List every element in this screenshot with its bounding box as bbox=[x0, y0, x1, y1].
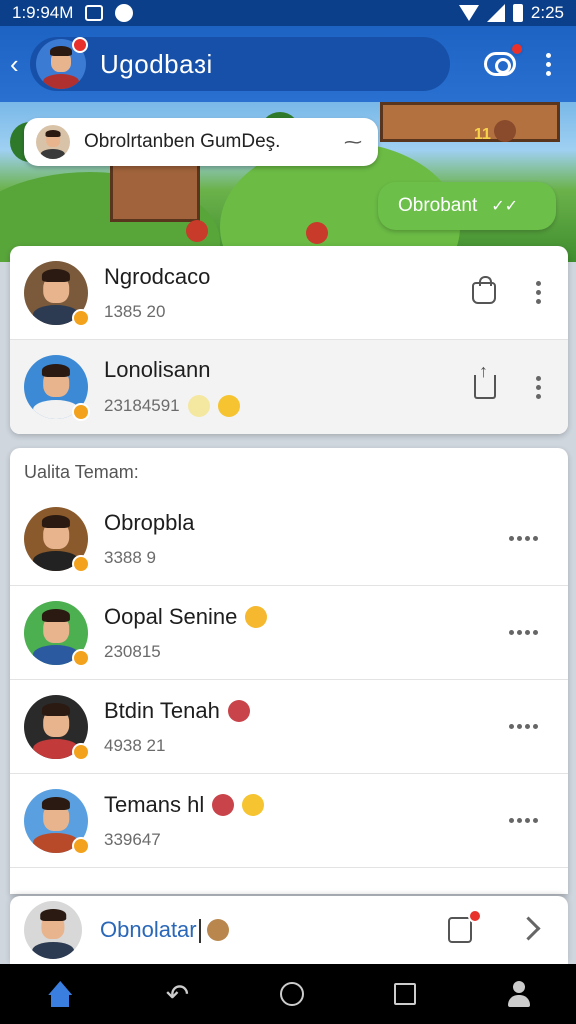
row-more-icon[interactable] bbox=[509, 724, 568, 729]
chat-avatar[interactable] bbox=[36, 37, 88, 89]
camera-notification-dot bbox=[510, 42, 524, 56]
contact-subtitle: 4938 21 bbox=[104, 735, 166, 755]
message-input[interactable]: Obnolatar bbox=[100, 916, 201, 944]
app-header: ‹ Ugodbaɜi bbox=[0, 26, 576, 102]
contact-name: Obropbla bbox=[104, 509, 195, 535]
game-hud-counter: 11 bbox=[474, 126, 491, 143]
angry-emoji-icon bbox=[227, 699, 250, 722]
laugh-emoji-icon bbox=[245, 605, 268, 628]
laugh-emoji-icon bbox=[217, 395, 240, 417]
message-input-text: Obnolatar bbox=[100, 916, 197, 942]
contact-name: Oopal Senine bbox=[104, 603, 238, 629]
outgoing-message-text: Obrobant bbox=[398, 195, 478, 216]
message-status-icon: ⁓ bbox=[344, 131, 362, 152]
nav-back-icon[interactable]: ↶ bbox=[166, 978, 189, 1011]
contact-avatar bbox=[24, 355, 90, 421]
pinned-contacts-card: Ngrodcaco 1385 20 Lonolisann 23184591 bbox=[10, 246, 568, 434]
more-options-icon[interactable] bbox=[546, 52, 552, 76]
row-more-icon[interactable] bbox=[536, 375, 542, 399]
status-time-right: 2:25 bbox=[530, 3, 564, 22]
status-bar: 1:9:94M 2:25 bbox=[0, 0, 576, 26]
monkey-emoji-icon bbox=[206, 919, 229, 941]
compose-bar: Obnolatar bbox=[10, 896, 568, 964]
row-more-icon[interactable] bbox=[509, 630, 568, 635]
my-avatar[interactable] bbox=[24, 901, 82, 959]
pinned-contact-row[interactable]: Lonolisann 23184591 bbox=[10, 340, 568, 434]
contact-name: Lonolisann bbox=[104, 357, 211, 382]
contact-name: Btdin Tenah bbox=[104, 697, 220, 723]
chat-title-pill[interactable]: Ugodbaɜi bbox=[30, 37, 450, 91]
sender-avatar bbox=[36, 125, 70, 159]
contact-row[interactable]: Oopal Senine 230815 bbox=[10, 586, 568, 680]
wifi-icon bbox=[458, 5, 479, 21]
contact-row[interactable]: Btdin Tenah 4938 21 bbox=[10, 680, 568, 774]
contact-subtitle: 3388 9 bbox=[104, 547, 156, 567]
battery-icon bbox=[512, 4, 523, 22]
contact-row[interactable]: Obropbla 3388 9 bbox=[10, 492, 568, 586]
camera-icon bbox=[484, 52, 516, 76]
outgoing-message-bubble[interactable]: Obrobant ✓✓ bbox=[378, 182, 556, 230]
profile-icon[interactable] bbox=[507, 981, 531, 1007]
share-icon[interactable] bbox=[474, 361, 496, 399]
recent-apps-icon[interactable] bbox=[394, 983, 417, 1005]
nav-home-circle-icon[interactable] bbox=[279, 982, 304, 1006]
laugh-emoji-icon bbox=[242, 793, 265, 816]
status-badge bbox=[72, 742, 90, 761]
section-title: Ualita Temam: bbox=[24, 462, 139, 482]
contact-avatar bbox=[24, 694, 90, 761]
text-caret bbox=[198, 919, 201, 944]
contact-avatar bbox=[24, 260, 90, 327]
read-receipt-icon: ✓✓ bbox=[491, 198, 519, 215]
status-time-left: 1:9:94M bbox=[12, 3, 74, 22]
contact-avatar bbox=[24, 600, 90, 667]
sticker-button[interactable] bbox=[448, 909, 482, 943]
contact-row[interactable]: Temans hl 339647 bbox=[10, 774, 568, 868]
contact-subtitle: 230815 bbox=[104, 641, 161, 661]
status-badge bbox=[72, 554, 90, 573]
incoming-message-text: Obrolrtanben GumDeş. bbox=[84, 131, 281, 152]
contacts-card: Ualita Temam: Obropbla 3388 9 Oopal Seni… bbox=[10, 448, 568, 894]
contact-subtitle: 339647 bbox=[104, 829, 161, 849]
sticker-icon bbox=[448, 917, 472, 943]
home-icon[interactable] bbox=[45, 981, 75, 1007]
gallery-notification-icon bbox=[85, 5, 104, 21]
contact-name: Temans hl bbox=[104, 791, 205, 817]
contact-subtitle: 23184591 bbox=[104, 396, 180, 415]
back-arrow-icon[interactable]: ‹ bbox=[10, 49, 28, 80]
status-badge bbox=[72, 836, 90, 855]
notification-circle-icon bbox=[115, 4, 134, 22]
chat-title: Ugodbaɜi bbox=[100, 48, 213, 79]
row-more-icon[interactable] bbox=[509, 818, 568, 823]
contact-avatar bbox=[24, 788, 90, 855]
contact-name: Ngrodcaco bbox=[104, 263, 211, 289]
signal-icon bbox=[486, 4, 505, 22]
row-more-icon[interactable] bbox=[509, 536, 568, 541]
pinned-contact-row[interactable]: Ngrodcaco 1385 20 bbox=[10, 246, 568, 340]
camera-button[interactable] bbox=[484, 42, 524, 76]
contact-subtitle: 1385 20 bbox=[104, 301, 166, 321]
status-badge bbox=[72, 648, 90, 667]
sticker-notification-dot bbox=[468, 909, 482, 923]
contact-avatar bbox=[24, 506, 90, 573]
bag-icon[interactable] bbox=[472, 275, 496, 304]
lightbulb-emoji-icon bbox=[187, 395, 210, 417]
incoming-message-bubble[interactable]: Obrolrtanben GumDeş. ⁓ bbox=[24, 118, 378, 166]
send-icon[interactable] bbox=[520, 918, 538, 942]
row-more-icon[interactable] bbox=[536, 281, 542, 304]
status-badge bbox=[72, 308, 90, 327]
status-badge bbox=[72, 403, 90, 421]
angry-emoji-icon bbox=[212, 793, 235, 816]
system-nav-bar: ↶ bbox=[0, 964, 576, 1024]
avatar-badge-icon bbox=[72, 37, 88, 53]
